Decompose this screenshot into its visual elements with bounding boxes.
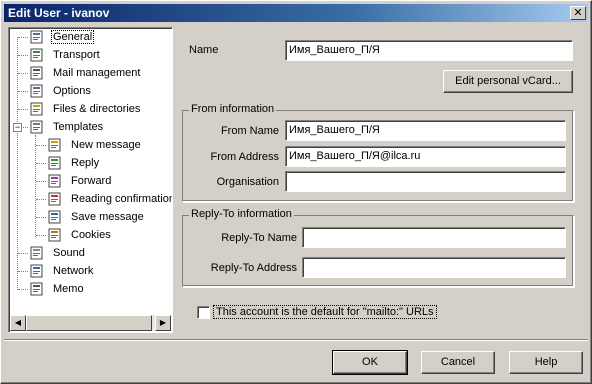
tree-item-new-message[interactable]: New message	[47, 137, 172, 154]
window-title: Edit User - ivanov	[8, 6, 110, 20]
templates-icon	[29, 120, 45, 135]
tree-item-files-directories[interactable]: Files & directories	[29, 101, 172, 118]
mail-management-icon	[29, 66, 45, 81]
name-label: Name	[189, 44, 219, 56]
tree-connector-line	[36, 199, 46, 200]
title-bar[interactable]: Edit User - ivanov ✕	[4, 4, 588, 22]
tree-connector-line	[18, 253, 28, 254]
network-icon	[29, 264, 45, 279]
from-name-label: From Name	[220, 125, 279, 137]
files-directories-icon	[29, 102, 45, 117]
tree-item-label: Cookies	[71, 229, 111, 241]
edit-vcard-button-label: Edit personal vCard...	[455, 75, 561, 87]
tree-item-label: Templates	[53, 121, 104, 133]
tree-item-label: Save message	[71, 211, 144, 223]
tree-item-label: Files & directories	[53, 103, 141, 115]
tree-item-label: Forward	[71, 175, 112, 187]
scroll-right-button[interactable]: ▶	[155, 315, 171, 331]
tree-item-network[interactable]: Network	[29, 263, 172, 280]
from-group-title: From information	[189, 103, 277, 115]
tree-connector-line	[18, 55, 28, 56]
reply-to-address-field[interactable]	[302, 257, 566, 278]
help-button[interactable]: Help	[509, 351, 583, 374]
reply-to-address-label: Reply-To Address	[210, 262, 297, 274]
tree-item-save-message[interactable]: Save message	[47, 209, 172, 226]
from-address-field[interactable]: Имя_Вашего_П/Я@ilca.ru	[285, 146, 566, 167]
organisation-label: Organisation	[216, 176, 279, 188]
reply-icon	[47, 156, 63, 171]
tree-item-cookies[interactable]: Cookies	[47, 227, 172, 244]
transport-icon	[29, 48, 45, 63]
templates-collapse-toggle[interactable]: −	[13, 123, 22, 132]
tree-item-label: Mail management	[53, 67, 141, 79]
tree-item-reply[interactable]: Reply	[47, 155, 172, 172]
sound-icon	[29, 246, 45, 261]
tree-connector-line	[18, 73, 28, 74]
tree-item-label: Transport	[53, 49, 100, 61]
name-field[interactable]: Имя_Вашего_П/Я	[285, 40, 573, 61]
tree-connector-line	[35, 135, 36, 237]
tree-connector-line	[36, 181, 46, 182]
tree-item-forward[interactable]: Forward	[47, 173, 172, 190]
tree-connector-line	[36, 145, 46, 146]
tree-item-label: Options	[53, 85, 91, 97]
reply-group-title: Reply-To information	[189, 208, 294, 220]
organisation-field[interactable]	[285, 171, 566, 192]
reply-to-name-label: Reply-To Name	[221, 232, 297, 244]
ok-button[interactable]: OK	[332, 350, 408, 375]
tree-connector-line	[18, 109, 28, 110]
scroll-thumb[interactable]	[26, 315, 152, 331]
edit-vcard-button[interactable]: Edit personal vCard...	[443, 70, 573, 93]
general-icon	[29, 30, 45, 45]
cookies-icon	[47, 228, 63, 243]
tree-item-label: General	[51, 30, 95, 44]
help-button-label: Help	[534, 356, 558, 368]
tree-item-sound[interactable]: Sound	[29, 245, 172, 262]
cancel-button-label: Cancel	[440, 356, 476, 368]
cancel-button[interactable]: Cancel	[421, 351, 495, 374]
tree-connector-line	[18, 91, 28, 92]
tree-item-options[interactable]: Options	[29, 83, 172, 100]
tree-item-templates[interactable]: Templates	[29, 119, 172, 136]
tree-connector-line	[36, 217, 46, 218]
tree-item-reading-confirmation[interactable]: Reading confirmation	[47, 191, 173, 208]
tree-item-mail-management[interactable]: Mail management	[29, 65, 172, 82]
tree-item-label: Reply	[71, 157, 100, 169]
tree-connector-line	[18, 271, 28, 272]
options-icon	[29, 84, 45, 99]
from-name-field[interactable]: Имя_Вашего_П/Я	[285, 120, 566, 141]
tree-item-label: Reading confirmation	[71, 193, 173, 205]
tree-item-memo[interactable]: Memo	[29, 281, 172, 298]
settings-tree[interactable]: Memo Network Sound Cookies Save message Readi…	[8, 27, 173, 333]
reply-to-name-field[interactable]	[302, 227, 566, 248]
forward-icon	[47, 174, 63, 189]
tree-connector-line	[36, 235, 46, 236]
tree-item-label: Sound	[53, 247, 85, 259]
tree-item-transport[interactable]: Transport	[29, 47, 172, 64]
tree-connector-line	[18, 37, 28, 38]
tree-connector-line	[36, 163, 46, 164]
scroll-left-button[interactable]: ◀	[10, 315, 26, 331]
save-message-icon	[47, 210, 63, 225]
default-account-checkbox[interactable]	[197, 306, 210, 319]
memo-icon	[29, 282, 45, 297]
default-account-checkbox-label[interactable]: This account is the default for "mailto:…	[213, 305, 437, 319]
bottom-separator	[4, 339, 588, 341]
tree-item-label: Memo	[53, 283, 84, 295]
ok-button-label: OK	[362, 356, 378, 368]
from-address-label: From Address	[210, 151, 279, 163]
new-message-icon	[47, 138, 63, 153]
reading-confirmation-icon	[47, 192, 63, 207]
edit-user-dialog: Edit User - ivanov ✕ Memo Network Sound Coo…	[0, 0, 592, 384]
tree-item-label: New message	[71, 139, 141, 151]
tree-connector-line	[18, 289, 28, 290]
tree-item-label: Network	[53, 265, 94, 277]
tree-item-general[interactable]: General	[29, 29, 172, 46]
close-button[interactable]: ✕	[570, 6, 586, 20]
tree-horizontal-scrollbar[interactable]: ◀ ▶	[10, 315, 171, 331]
